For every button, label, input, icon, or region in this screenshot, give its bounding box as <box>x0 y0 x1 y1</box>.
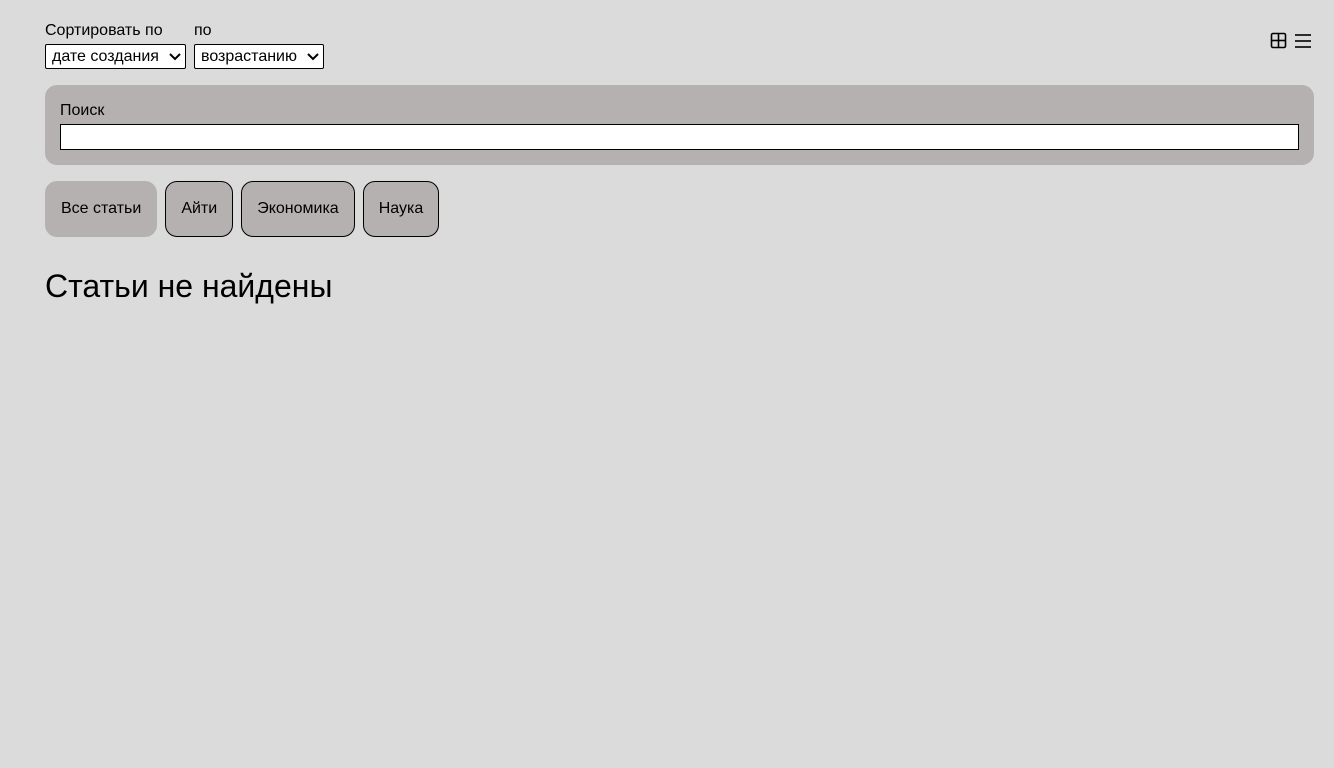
sort-field-select[interactable]: дате создания <box>45 44 186 69</box>
empty-state-message: Статьи не найдены <box>45 268 333 304</box>
sort-controls: Сортировать по дате создания по возраста… <box>45 22 324 69</box>
tab-science[interactable]: Наука <box>362 181 440 237</box>
sort-field-group: Сортировать по дате создания <box>45 22 186 69</box>
articles-page: Сортировать по дате создания по возраста… <box>0 0 1334 768</box>
sort-order-value: возрастанию <box>201 48 297 65</box>
list-icon[interactable] <box>1294 31 1312 49</box>
sort-field-label: Сортировать по <box>45 22 163 39</box>
chevron-down-icon <box>169 53 181 61</box>
chevron-down-icon <box>307 53 319 61</box>
tab-economics[interactable]: Экономика <box>241 181 355 237</box>
grid-icon[interactable] <box>1270 31 1288 49</box>
sort-order-group: по возрастанию <box>194 22 324 69</box>
category-tabs: Все статьи Айти Экономика Наука <box>45 181 440 237</box>
tab-all-articles[interactable]: Все статьи <box>45 181 158 237</box>
sort-field-value: дате создания <box>52 48 159 65</box>
search-label: Поиск <box>60 102 105 119</box>
tab-it[interactable]: Айти <box>165 181 234 237</box>
search-panel: Поиск <box>45 85 1314 165</box>
sort-order-select[interactable]: возрастанию <box>194 44 324 69</box>
sort-order-label: по <box>194 22 212 39</box>
search-input[interactable] <box>60 124 1299 150</box>
view-toggle <box>1270 31 1312 49</box>
